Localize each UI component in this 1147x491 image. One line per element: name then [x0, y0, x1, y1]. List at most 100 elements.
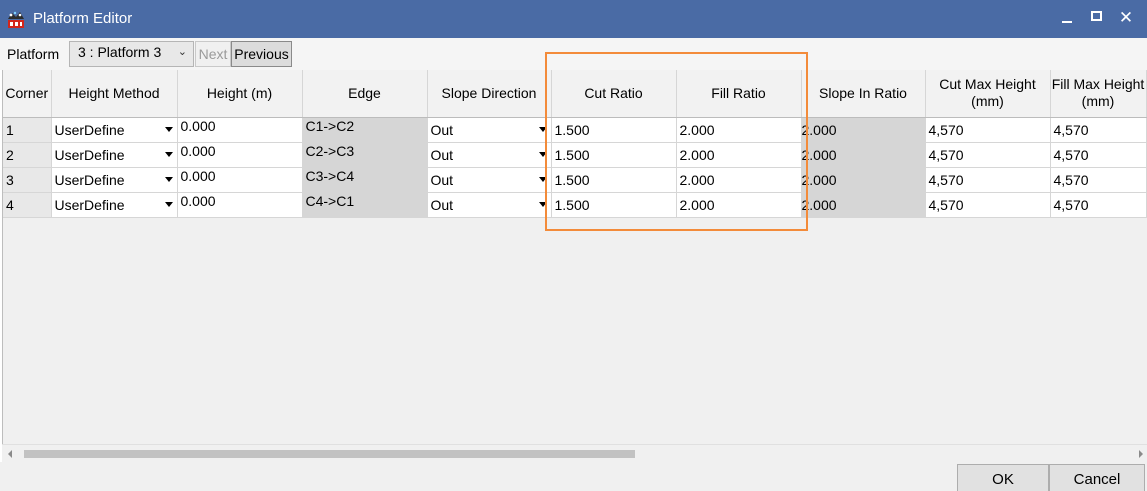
scroll-right-icon[interactable]	[1139, 450, 1143, 458]
edge-cell: C3->C4	[302, 167, 428, 193]
cut-max-height-cell[interactable]: 4,570	[925, 142, 1051, 168]
dropdown-arrow-icon[interactable]	[164, 201, 173, 207]
height-cell[interactable]: 0.000	[177, 167, 303, 193]
column-header-slope-in-ratio[interactable]: Slope In Ratio	[801, 70, 926, 118]
height-cell[interactable]: 0.000	[177, 142, 303, 168]
edge-cell: C2->C3	[302, 142, 428, 168]
horizontal-scrollbar[interactable]	[2, 444, 1147, 462]
column-header-fill-max-height[interactable]: Fill Max Height (mm)	[1050, 70, 1147, 118]
cut-ratio-cell[interactable]: 1.500	[551, 117, 677, 143]
dropdown-arrow-icon[interactable]	[164, 126, 173, 132]
edge-cell: C1->C2	[302, 117, 428, 143]
height-method-value: UserDefine	[54, 146, 125, 163]
dropdown-arrow-icon[interactable]	[538, 126, 547, 132]
edge-value: C3->C4	[305, 167, 355, 184]
column-header-edge[interactable]: Edge	[302, 70, 428, 118]
corner-grid: Corner Height Method Height (m) Edge Slo…	[2, 70, 1147, 444]
table-header-row: Corner Height Method Height (m) Edge Slo…	[3, 70, 1147, 118]
column-header-height[interactable]: Height (m)	[177, 70, 303, 118]
dropdown-arrow-icon[interactable]	[538, 201, 547, 207]
fill-ratio-cell[interactable]: 2.000	[676, 192, 802, 218]
slope-direction-cell[interactable]: Out	[427, 167, 552, 193]
scroll-thumb[interactable]	[24, 450, 635, 458]
edge-value: C1->C2	[305, 117, 355, 134]
platform-label: Platform	[7, 46, 60, 62]
dropdown-arrow-icon[interactable]	[164, 176, 173, 182]
column-header-fill-ratio[interactable]: Fill Ratio	[676, 70, 802, 118]
fill-max-height-cell[interactable]: 4,570	[1050, 167, 1147, 193]
column-header-slope-direction[interactable]: Slope Direction	[427, 70, 552, 118]
cut-max-height-cell[interactable]: 4,570	[925, 192, 1051, 218]
dialog-footer: OK Cancel	[0, 462, 1147, 491]
height-method-cell[interactable]: UserDefine	[51, 117, 178, 143]
edge-cell: C4->C1	[302, 192, 428, 218]
corner-cell: 1	[3, 117, 52, 143]
height-value: 0.000	[180, 117, 216, 134]
slope-in-ratio-cell: 2.000	[801, 142, 926, 168]
dropdown-arrow-icon[interactable]	[164, 151, 173, 157]
table-row: 2 UserDefine 0.000 C2->C3 Out 1.500 2.00…	[3, 142, 1147, 168]
slope-in-ratio-cell: 2.000	[801, 192, 926, 218]
fill-ratio-cell[interactable]: 2.000	[676, 142, 802, 168]
window-title: Platform Editor	[33, 10, 133, 27]
slope-direction-cell[interactable]: Out	[427, 117, 552, 143]
corner-cell: 2	[3, 142, 52, 168]
title-bar: Platform Editor ✕	[0, 0, 1147, 38]
slope-direction-value: Out	[430, 146, 454, 163]
slope-direction-cell[interactable]: Out	[427, 192, 552, 218]
scroll-left-icon[interactable]	[8, 450, 12, 458]
dropdown-arrow-icon[interactable]	[538, 151, 547, 157]
slope-direction-value: Out	[430, 121, 454, 138]
minimize-icon	[1062, 21, 1072, 23]
height-cell[interactable]: 0.000	[177, 117, 303, 143]
fill-ratio-cell[interactable]: 2.000	[676, 167, 802, 193]
corner-table: Corner Height Method Height (m) Edge Slo…	[3, 70, 1147, 218]
app-logo-icon	[6, 9, 26, 29]
column-header-height-method[interactable]: Height Method	[51, 70, 178, 118]
cancel-button[interactable]: Cancel	[1049, 464, 1145, 491]
height-method-value: UserDefine	[54, 196, 125, 213]
height-method-cell[interactable]: UserDefine	[51, 192, 178, 218]
cut-max-height-cell[interactable]: 4,570	[925, 167, 1051, 193]
height-value: 0.000	[180, 167, 216, 184]
edge-value: C4->C1	[305, 192, 355, 209]
height-method-cell[interactable]: UserDefine	[51, 167, 178, 193]
height-cell[interactable]: 0.000	[177, 192, 303, 218]
slope-direction-cell[interactable]: Out	[427, 142, 552, 168]
cut-ratio-cell[interactable]: 1.500	[551, 192, 677, 218]
next-button[interactable]: Next	[195, 41, 231, 67]
minimize-button[interactable]	[1055, 6, 1079, 30]
height-method-value: UserDefine	[54, 171, 125, 188]
platform-select-value: 3 : Platform 3	[78, 44, 162, 60]
chevron-down-icon: ⌄	[177, 46, 187, 58]
fill-ratio-cell[interactable]: 2.000	[676, 117, 802, 143]
slope-direction-value: Out	[430, 196, 454, 213]
table-row: 4 UserDefine 0.000 C4->C1 Out 1.500 2.00…	[3, 192, 1147, 218]
height-value: 0.000	[180, 192, 216, 209]
corner-cell: 4	[3, 192, 52, 218]
maximize-button[interactable]	[1084, 6, 1108, 30]
table-row: 1 UserDefine 0.000 C1->C2 Out 1.500 2.00…	[3, 117, 1147, 143]
cut-ratio-cell[interactable]: 1.500	[551, 142, 677, 168]
platform-select[interactable]: 3 : Platform 3 ⌄	[69, 41, 194, 67]
slope-in-ratio-cell: 2.000	[801, 167, 926, 193]
height-method-value: UserDefine	[54, 121, 125, 138]
slope-in-ratio-cell: 2.000	[801, 117, 926, 143]
fill-max-height-cell[interactable]: 4,570	[1050, 192, 1147, 218]
maximize-icon	[1091, 11, 1102, 21]
close-button[interactable]: ✕	[1114, 6, 1138, 30]
column-header-corner[interactable]: Corner	[3, 70, 52, 118]
previous-button[interactable]: Previous	[231, 41, 292, 67]
slope-direction-value: Out	[430, 171, 454, 188]
column-header-cut-max-height[interactable]: Cut Max Height (mm)	[925, 70, 1051, 118]
dropdown-arrow-icon[interactable]	[538, 176, 547, 182]
column-header-cut-ratio[interactable]: Cut Ratio	[551, 70, 677, 118]
ok-button[interactable]: OK	[957, 464, 1049, 491]
cut-ratio-cell[interactable]: 1.500	[551, 167, 677, 193]
edge-value: C2->C3	[305, 142, 355, 159]
fill-max-height-cell[interactable]: 4,570	[1050, 142, 1147, 168]
height-method-cell[interactable]: UserDefine	[51, 142, 178, 168]
cut-max-height-cell[interactable]: 4,570	[925, 117, 1051, 143]
table-row: 3 UserDefine 0.000 C3->C4 Out 1.500 2.00…	[3, 167, 1147, 193]
fill-max-height-cell[interactable]: 4,570	[1050, 117, 1147, 143]
